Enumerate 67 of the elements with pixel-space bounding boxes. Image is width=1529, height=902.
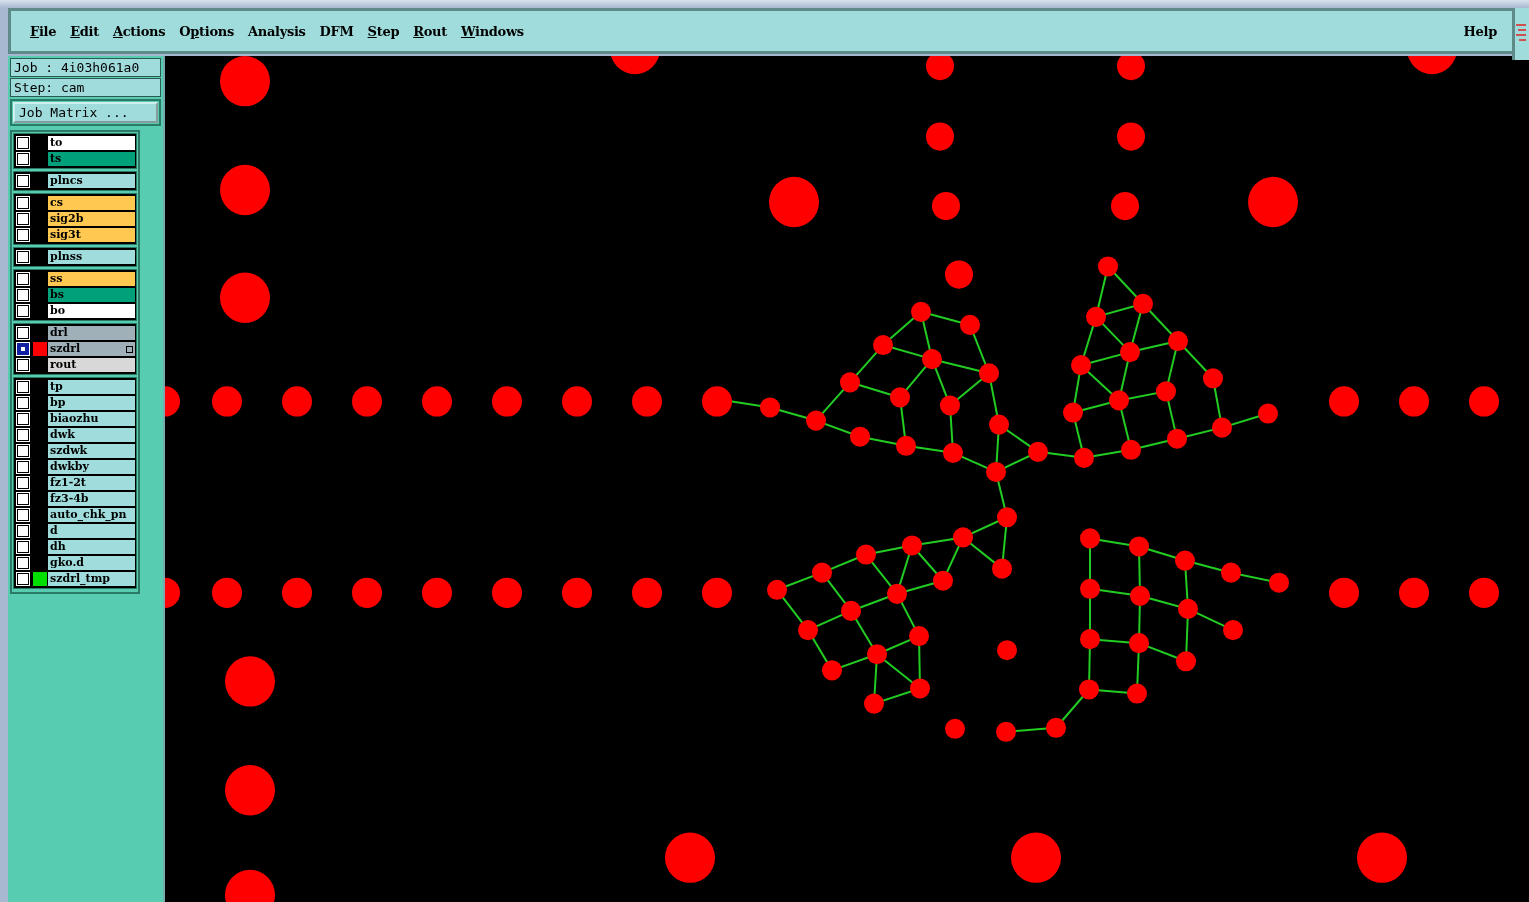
layer-checkbox[interactable] [17,493,29,505]
layer-checkbox[interactable] [17,381,29,393]
layer-name[interactable]: fz3-4b [48,492,135,506]
layer-name[interactable]: ts [48,152,135,166]
layer-checkbox[interactable] [17,413,29,425]
job-label: Job : 4i03h061a0 [10,58,161,77]
layer-checkbox[interactable] [17,541,29,553]
layer-name[interactable]: plncs [48,174,135,188]
layer-checkbox[interactable] [17,137,29,149]
menu-item[interactable]: Step [360,23,407,39]
expand-icon[interactable] [126,346,133,353]
menu-item[interactable]: File [23,23,64,39]
layer-name[interactable]: drl [48,326,135,340]
layer-name[interactable]: tp [48,380,135,394]
layer-checkbox[interactable] [17,461,29,473]
layer-checkbox[interactable] [17,213,29,225]
layer-name[interactable]: ss [48,272,135,286]
menu-item[interactable]: Actions [105,23,173,39]
layer-checkbox[interactable] [17,429,29,441]
layer-checkbox[interactable] [17,175,29,187]
layer-checkbox[interactable] [17,397,29,409]
layer-checkbox[interactable] [17,153,29,165]
layer-checkbox[interactable] [17,509,29,521]
layer-name[interactable]: rout [48,358,135,372]
layer-name[interactable]: szdwk [48,444,135,458]
layer-checkbox[interactable] [17,359,29,371]
layer-name[interactable]: auto_chk_pn [48,508,135,522]
layer-name[interactable]: szdrl_tmp [48,572,135,586]
layer-name[interactable]: gko.d [48,556,135,570]
layer-name[interactable]: to [48,136,135,150]
layer-checkbox[interactable] [17,229,29,241]
layer-checkbox[interactable] [17,573,29,585]
layer-name[interactable]: szdrl [48,342,135,356]
layer-checkbox[interactable] [17,343,29,355]
job-matrix-button[interactable]: Job Matrix ... [13,102,158,123]
layer-name[interactable]: plnss [48,250,135,264]
layer-checkbox[interactable] [17,445,29,457]
layer-name[interactable]: sig2b [48,212,135,226]
layer-checkbox[interactable] [17,197,29,209]
layer-name[interactable]: bo [48,304,135,318]
layer-name[interactable]: sig3t [48,228,135,242]
layer-name[interactable]: dh [48,540,135,554]
layer-name[interactable]: fz1-2t [48,476,135,490]
layer-name[interactable]: bp [48,396,135,410]
layer-checkbox[interactable] [17,251,29,263]
layer-checkbox[interactable] [17,477,29,489]
menu-item[interactable]: Rout [406,23,454,39]
menu-item[interactable]: Windows [453,23,531,39]
menu-item[interactable]: Edit [63,23,106,39]
menu-item[interactable]: Analysis [240,23,313,39]
layer-checkbox[interactable] [17,525,29,537]
layer-name[interactable]: d [48,524,135,538]
layer-name[interactable]: dwkby [48,460,135,474]
lines-icon[interactable] [1516,22,1526,42]
help-menu[interactable]: Help [1456,23,1504,39]
layer-name[interactable]: dwk [48,428,135,442]
menu-item[interactable]: Options [172,23,241,39]
layer-checkbox[interactable] [17,557,29,569]
step-label: Step: cam [10,78,161,97]
layer-checkbox[interactable] [17,305,29,317]
layer-checkbox[interactable] [17,289,29,301]
layer-checkbox[interactable] [17,273,29,285]
layer-checkbox[interactable] [17,327,29,339]
layer-name[interactable]: biaozhu [48,412,135,426]
menu-item[interactable]: DFM [312,23,361,39]
layer-name[interactable]: cs [48,196,135,210]
layer-name[interactable]: bs [48,288,135,302]
